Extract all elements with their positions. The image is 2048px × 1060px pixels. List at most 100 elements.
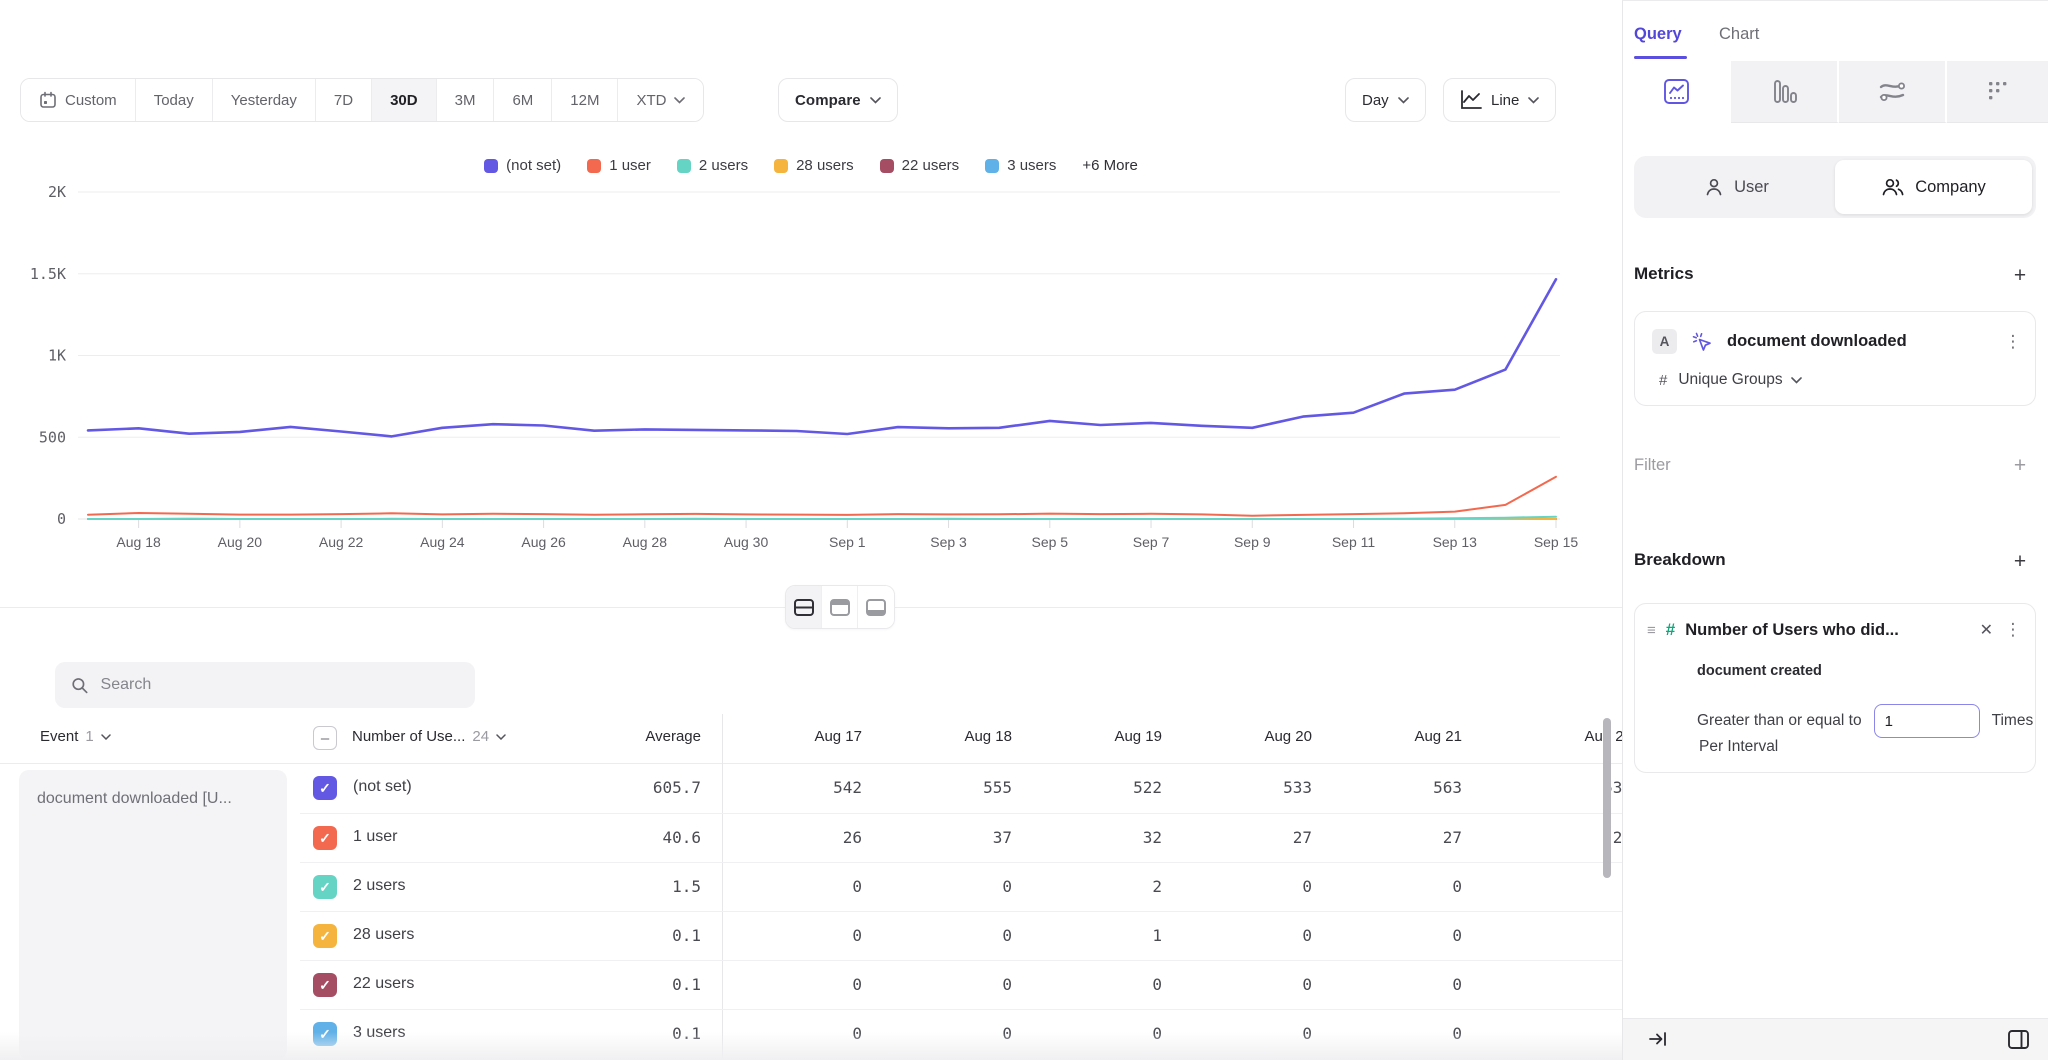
event-column-header[interactable]: Event 1 [40, 728, 111, 745]
row-checkbox[interactable]: ✓ [313, 776, 337, 800]
chevron-down-icon [101, 734, 111, 740]
chart-type-button[interactable]: Line [1443, 78, 1556, 122]
row-cell-value: 0 [1062, 975, 1162, 994]
query-panel: Query Chart [1622, 0, 2048, 1060]
row-average-value: 40.6 [601, 828, 701, 847]
range-label: 12M [570, 92, 599, 109]
legend-item[interactable]: 2 users [677, 157, 748, 174]
add-breakdown-button[interactable]: + [2008, 550, 2032, 574]
condition-unit-label: Times [1992, 712, 2034, 730]
side-panel-icon[interactable] [2006, 1027, 2031, 1057]
row-cell-value: 0 [1212, 926, 1312, 945]
granularity-label: Day [1362, 92, 1389, 109]
event-list-item[interactable]: document downloaded [U... [19, 770, 287, 1060]
legend-item[interactable]: 1 user [587, 157, 651, 174]
chevron-down-icon [870, 97, 881, 104]
legend-label: 28 users [796, 157, 854, 174]
legend-more-button[interactable]: +6 More [1082, 157, 1137, 174]
date-column-header: Aug 19 [1052, 728, 1162, 745]
collapse-panel-icon[interactable] [1647, 1028, 1669, 1055]
breakdown-kebab-menu[interactable]: ⋮ [2002, 620, 2024, 640]
range-xtd-button[interactable]: XTD [618, 79, 703, 121]
measure-dropdown[interactable]: Unique Groups [1678, 371, 1801, 389]
layout-chart-only-button[interactable] [822, 586, 858, 628]
add-metric-button[interactable]: + [2008, 264, 2032, 288]
stream-chart-icon [1878, 78, 1907, 105]
tab-chart[interactable]: Chart [1719, 25, 1759, 44]
row-checkbox[interactable]: ✓ [313, 924, 337, 948]
chevron-down-icon [1528, 97, 1539, 104]
toggle-company[interactable]: Company [1835, 160, 2032, 214]
table-bottom-icon [864, 596, 888, 619]
breakdown-event-name: document created [1697, 663, 1822, 679]
metric-card[interactable]: A document downloaded ⋮ # Unique Groups [1634, 311, 2036, 406]
svg-text:Aug 18: Aug 18 [116, 534, 161, 550]
legend-item[interactable]: (not set) [484, 157, 561, 174]
compare-button[interactable]: Compare [778, 78, 898, 122]
granularity-button[interactable]: Day [1345, 78, 1426, 122]
layout-table-only-button[interactable] [858, 586, 894, 628]
legend-swatch [880, 159, 894, 173]
row-checkbox[interactable]: ✓ [313, 826, 337, 850]
date-column-header: Aug 21 [1352, 728, 1462, 745]
row-checkbox[interactable]: ✓ [313, 1022, 337, 1046]
user-company-toggle: User Company [1634, 156, 2036, 218]
metric-row: A document downloaded [1652, 329, 1907, 354]
breakdown-property-name: Number of Users who did... [1685, 621, 1899, 640]
row-cell-value: 542 [762, 778, 862, 797]
legend-label: 22 users [902, 157, 960, 174]
chart-type-scatter-tab[interactable] [1947, 61, 2048, 123]
analytics-app: 05001K1.5K2KAug 18Aug 20Aug 22Aug 24Aug … [0, 0, 2048, 1060]
condition-value-input[interactable] [1874, 704, 1980, 738]
remove-breakdown-icon[interactable]: ✕ [1980, 620, 1993, 640]
legend-label: 3 users [1007, 157, 1056, 174]
breakdown-card[interactable]: ≡ # Number of Users who did... ✕ ⋮ docum… [1634, 603, 2036, 773]
row-cell-value: 1 [1062, 926, 1162, 945]
range-custom-button[interactable]: Custom [21, 79, 136, 121]
range-yesterday-button[interactable]: Yesterday [213, 79, 316, 121]
line-chart-icon [1663, 78, 1690, 105]
row-cell-value: 2 [1062, 877, 1162, 896]
range-3m-button[interactable]: 3M [437, 79, 495, 121]
compare-label: Compare [795, 92, 861, 109]
row-cell-value: 0 [912, 1024, 1012, 1043]
legend-item[interactable]: 3 users [985, 157, 1056, 174]
row-checkbox[interactable]: ✓ [313, 875, 337, 899]
table-row: ✓1 user40.6263732272728 [300, 813, 1622, 862]
metric-kebab-menu[interactable]: ⋮ [2002, 332, 2024, 352]
chart-type-line-tab[interactable] [1623, 61, 1731, 123]
range-6m-button[interactable]: 6M [494, 79, 552, 121]
svg-text:Sep 15: Sep 15 [1534, 534, 1579, 550]
search-input[interactable] [101, 676, 459, 694]
range-30d-button[interactable]: 30D [372, 79, 437, 121]
row-label: 28 users [353, 926, 414, 944]
chevron-down-icon [674, 97, 685, 104]
table-vertical-scrollbar[interactable] [1603, 718, 1611, 878]
active-tab-underline [1634, 56, 1687, 59]
range-7d-button[interactable]: 7D [316, 79, 372, 121]
row-cell-value: 555 [912, 778, 1012, 797]
legend-item[interactable]: 22 users [880, 157, 960, 174]
series-header-label: Number of Use... [352, 728, 465, 745]
series-column-header[interactable]: Number of Use... 24 [352, 728, 506, 745]
toggle-user[interactable]: User [1638, 160, 1835, 214]
chart-type-bar-tab[interactable] [1731, 61, 1839, 123]
tab-query[interactable]: Query [1634, 25, 1682, 44]
table-body: ✓(not set)605.7542555522533563531✓1 user… [300, 764, 1622, 1058]
svg-text:Aug 30: Aug 30 [724, 534, 769, 550]
drag-handle-icon[interactable]: ≡ [1647, 622, 1656, 639]
split-view-icon [792, 596, 816, 619]
range-12m-button[interactable]: 12M [552, 79, 618, 121]
row-cell-value: 0 [1362, 877, 1462, 896]
layout-split-view-button[interactable] [786, 586, 822, 628]
svg-text:Sep 1: Sep 1 [829, 534, 866, 550]
layout-toggle-group [785, 585, 895, 629]
row-cell-value: 0 [762, 926, 862, 945]
chart-type-stream-tab[interactable] [1839, 61, 1947, 123]
row-checkbox[interactable]: ✓ [313, 973, 337, 997]
legend-item[interactable]: 28 users [774, 157, 854, 174]
row-average-value: 0.1 [601, 926, 701, 945]
add-filter-button[interactable]: + [2008, 454, 2032, 478]
range-today-button[interactable]: Today [136, 79, 213, 121]
select-all-checkbox[interactable]: – [313, 726, 337, 750]
